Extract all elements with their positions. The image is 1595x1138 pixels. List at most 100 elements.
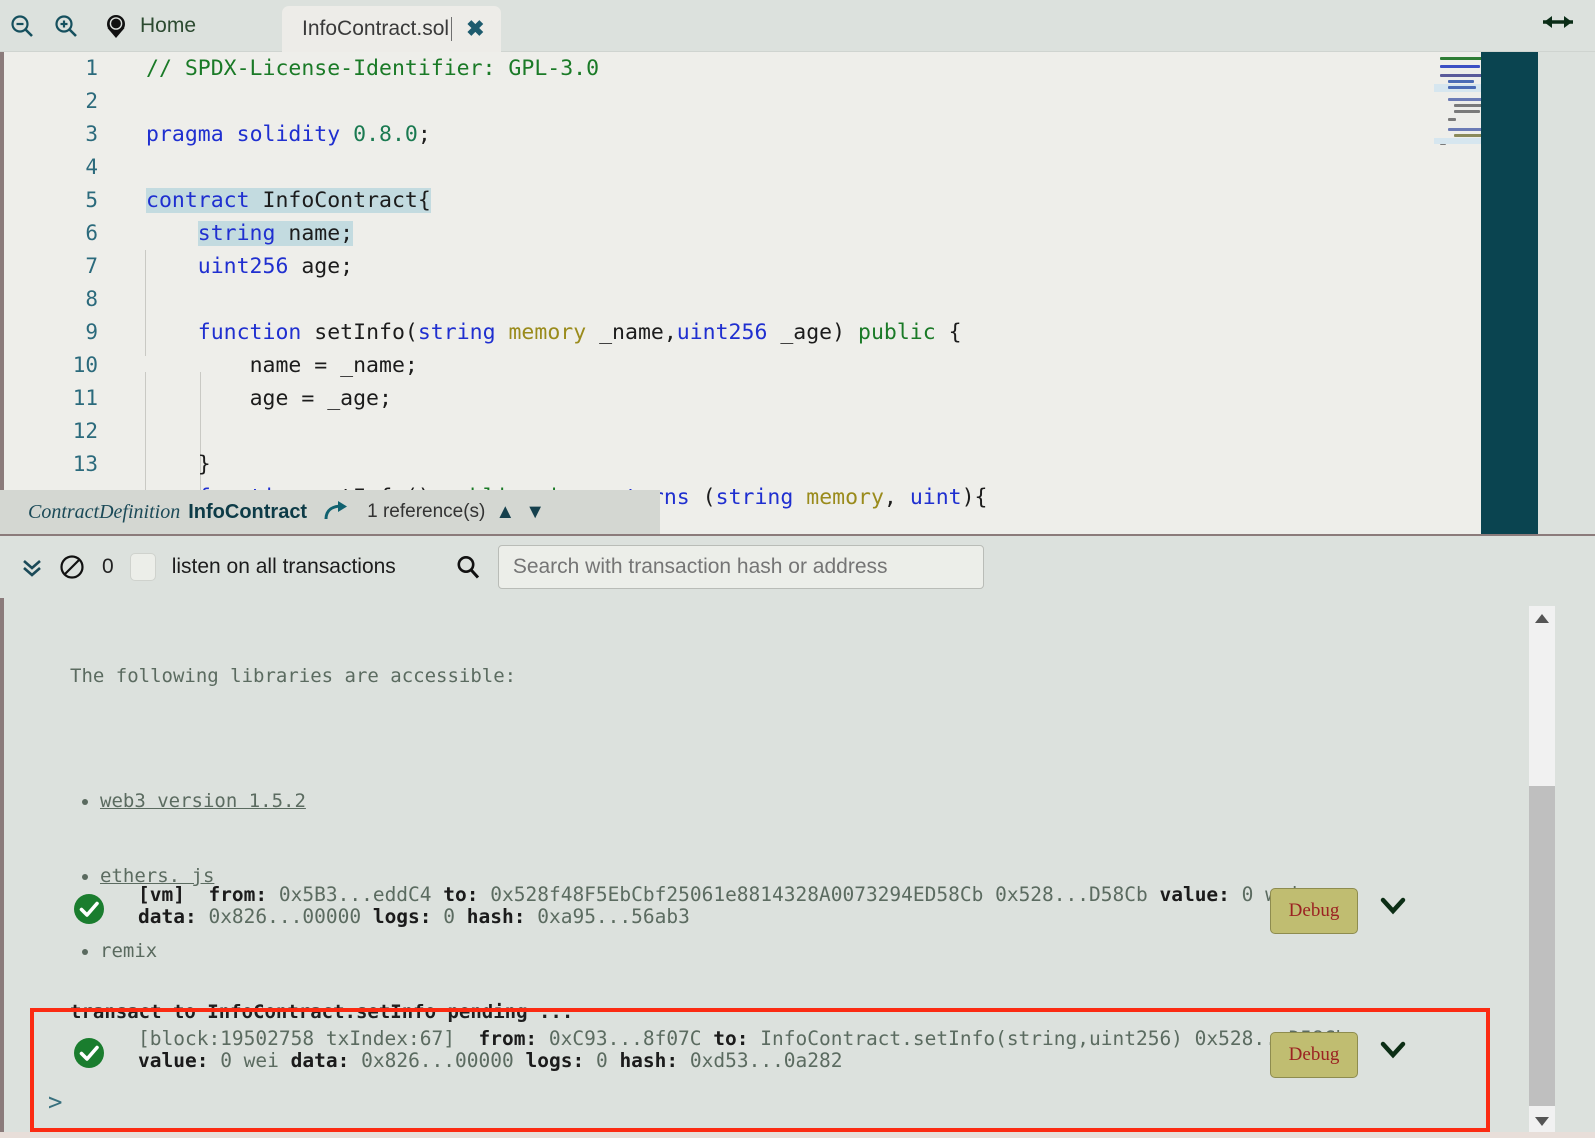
line-number: 12 (72, 419, 98, 443)
terminal-output[interactable]: The following libraries are accessible: … (0, 598, 1595, 1138)
code-token-statement: name = _name; (249, 353, 418, 378)
tx-value-to: InfoContract.setInfo(string,uint256) 0x5… (760, 1027, 1348, 1050)
transaction-details: [vm] from: 0x5B3...eddC4 to: 0x528f48F5E… (138, 884, 1300, 928)
terminal-toolbar: 0 listen on all transactions (0, 536, 1595, 598)
goto-reference-icon[interactable] (323, 501, 349, 523)
code-token-punct: ( (702, 485, 716, 510)
line-number: 11 (72, 386, 98, 410)
reference-name: InfoContract (188, 500, 308, 523)
tab-label: InfoContract.sol (302, 17, 453, 41)
code-token-punct: ( (404, 320, 418, 345)
code-token-type: string (715, 485, 794, 510)
tx-value-hash: 0xd53...0a282 (689, 1049, 843, 1072)
libraries-heading: The following libraries are accessible: (70, 665, 517, 687)
tx-value-logs: 0 (595, 1049, 608, 1072)
no-entry-clear-icon[interactable] (52, 547, 92, 587)
double-chevron-down-icon[interactable] (12, 547, 52, 587)
check-circle-icon (72, 892, 106, 926)
tab-home[interactable]: Home (88, 0, 218, 52)
code-token-keyword: solidity (236, 122, 341, 147)
code-token-keyword: pragma (146, 122, 224, 147)
code-token-memory: memory (806, 485, 884, 510)
code-token-punct: { (948, 320, 962, 345)
code-token-number: 0.8.0 (353, 122, 418, 147)
reference-kind: ContractDefinition (28, 500, 181, 523)
terminal-prompt[interactable]: > (48, 1088, 62, 1116)
tx-value-logs: 0 (443, 905, 456, 928)
code-token-identifier: name; (288, 221, 354, 246)
code-token-punct: ){ (961, 485, 988, 510)
minimap-line (1440, 74, 1482, 77)
chevron-down-icon[interactable] (1378, 1038, 1408, 1065)
pending-transaction-count: 0 (102, 555, 114, 578)
code-token-identifier: _age) (780, 320, 846, 345)
code-line: function setInfo(string memory _name,uin… (112, 316, 1538, 349)
line-number: 13 (72, 452, 98, 476)
debug-button[interactable]: Debug (1270, 1032, 1358, 1078)
code-token-type: uint (909, 485, 962, 510)
code-line: uint256 age; (112, 250, 1538, 283)
terminal-left-border (0, 598, 4, 1138)
search-input[interactable] (497, 545, 984, 589)
code-token-punct: } (197, 452, 211, 477)
code-line: // SPDX-License-Identifier: GPL-3.0 (112, 52, 1538, 85)
tx-key-data: data: (290, 1049, 350, 1072)
zoom-out-icon[interactable] (0, 0, 44, 52)
code-line: contract InfoContract{ (112, 184, 1538, 217)
chevron-up-icon[interactable]: ▲ (495, 501, 515, 524)
search-icon[interactable] (454, 553, 482, 581)
scrollbar-thumb[interactable] (1529, 786, 1555, 1106)
tx-key-value: value: (138, 1049, 209, 1072)
line-number-gutter: 1 2 3 4 5 6 7 8 9 10 11 12 13 (4, 52, 112, 534)
close-icon[interactable]: ✖ (466, 18, 484, 40)
line-number: 8 (85, 287, 98, 311)
horizontal-resize-arrow-icon[interactable] (1537, 10, 1579, 39)
editor-tab-bar: Home InfoContract.sol ✖ (0, 0, 1595, 52)
code-selection: contract InfoContract{ (146, 188, 431, 213)
code-content[interactable]: // SPDX-License-Identifier: GPL-3.0 prag… (112, 52, 1538, 534)
tx-key-logs: logs: (525, 1049, 585, 1072)
tab-bar-left-controls: Home (0, 0, 218, 52)
line-number: 9 (85, 320, 98, 344)
code-token-type: string (417, 320, 496, 345)
remix-logo-icon (102, 12, 130, 40)
tx-value-from: 0x5B3...eddC4 (278, 883, 432, 906)
code-token-type: string (197, 221, 276, 246)
check-circle-icon (72, 1036, 106, 1070)
minimap-line (1440, 65, 1480, 68)
minimap-line (1448, 86, 1476, 89)
chevron-down-icon[interactable]: ▼ (525, 501, 545, 524)
code-token-punct: ; (417, 122, 431, 147)
code-token-keyword: contract (146, 188, 250, 213)
terminal-scrollbar[interactable] (1529, 606, 1555, 1134)
library-link-web3[interactable]: web3 version 1.5.2 (100, 790, 306, 812)
reference-count-label: 1 reference(s) (367, 501, 486, 522)
line-number: 7 (85, 254, 98, 278)
code-token-visibility: public (858, 320, 936, 345)
minimap-line (1454, 110, 1480, 113)
listen-on-all-transactions-checkbox[interactable] (129, 553, 156, 581)
tx-prefix: [vm] (138, 883, 185, 906)
scroll-down-arrow-icon[interactable] (1529, 1110, 1555, 1134)
code-token-statement: age = _age; (249, 386, 392, 411)
zoom-in-icon[interactable] (44, 0, 88, 52)
code-editor[interactable]: 1 2 3 4 5 6 7 8 9 10 11 12 13 // SPDX-Li… (0, 52, 1538, 534)
debug-button[interactable]: Debug (1270, 888, 1358, 934)
transaction-row[interactable]: [vm] from: 0x5B3...eddC4 to: 0x528f48F5E… (30, 878, 1490, 940)
transaction-row[interactable]: [block:19502758 txIndex:67] from: 0xC93.… (30, 1022, 1490, 1112)
tab-infocontract-sol[interactable]: InfoContract.sol ✖ (282, 6, 501, 52)
tx-key-hash: hash: (619, 1049, 679, 1072)
scroll-up-arrow-icon[interactable] (1529, 606, 1555, 630)
tx-key-to: to: (443, 883, 479, 906)
tx-key-to: to: (713, 1027, 749, 1050)
line-number: 4 (85, 155, 98, 179)
line-number: 6 (85, 221, 98, 245)
code-token-identifier: InfoContract{ (262, 188, 431, 213)
code-token-identifier: _name, (599, 320, 677, 345)
chevron-down-icon[interactable] (1378, 894, 1408, 921)
code-token-type: uint256 (197, 254, 289, 279)
code-line: string name; (112, 217, 1538, 250)
tx-value-data: 0x826...00000 (361, 1049, 514, 1072)
